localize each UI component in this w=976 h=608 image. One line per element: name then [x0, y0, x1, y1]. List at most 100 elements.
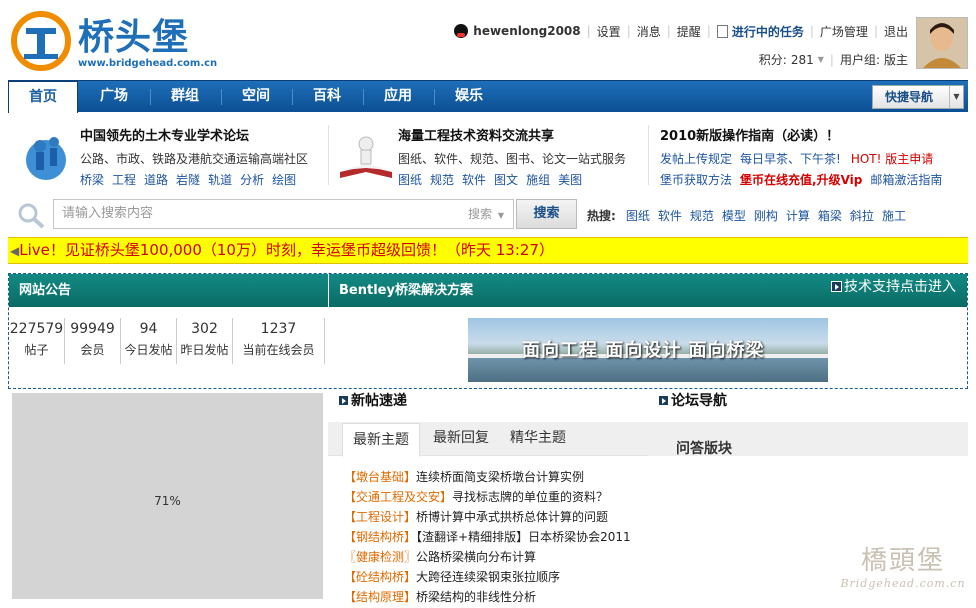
promo-link[interactable]: 软件	[462, 173, 486, 187]
hot-link[interactable]: 施工	[882, 207, 906, 224]
search-button[interactable]: 搜索	[516, 199, 577, 229]
nav-item-home[interactable]: 首页	[8, 81, 78, 113]
guide-link-hot[interactable]: HOT! 版主申请	[851, 152, 933, 166]
group-label: 用户组:	[839, 53, 880, 67]
list-item[interactable]: 【钢结构桥】【渣翻译+精细排版】日本桥梁协会2011	[344, 528, 631, 548]
live-announcement[interactable]: ◀Live！见证桥头堡100,000（10万）时刻，幸运堡币超级回馈！（昨天 1…	[8, 237, 968, 264]
promo-link[interactable]: 岩隧	[176, 173, 200, 187]
promo-link[interactable]: 规范	[430, 173, 454, 187]
guide-link[interactable]: 发帖上传规定	[660, 152, 732, 166]
promo-title[interactable]: 海量工程技术资料交流共享	[398, 125, 638, 144]
tab-latest-topics[interactable]: 最新主题	[342, 423, 420, 457]
list-item[interactable]: 【交通工程及交安】寻找标志牌的单位重的资料？	[344, 488, 631, 508]
list-item[interactable]: 【墩台基础】连续桥面简支梁桥墩台计算实例	[344, 468, 631, 488]
settings-link[interactable]: 设置	[597, 23, 621, 40]
promo-link[interactable]: 工程	[112, 173, 136, 187]
logo-icon	[11, 11, 71, 71]
group-value: 版主	[883, 53, 908, 67]
guide-link[interactable]: 每日早茶、下午茶!	[740, 152, 841, 166]
search-input[interactable]: 请输入搜索内容	[53, 199, 463, 229]
thread-title[interactable]: 桥梁结构的非线性分析	[416, 590, 536, 604]
guide-link[interactable]: 堡币获取方法	[660, 173, 732, 187]
thread-list: 【墩台基础】连续桥面简支梁桥墩台计算实例 【交通工程及交安】寻找标志牌的单位重的…	[344, 468, 631, 608]
logout-link[interactable]: 退出	[884, 23, 908, 40]
quick-nav-button[interactable]: 快捷导航 ▼	[872, 85, 964, 109]
tech-support-link[interactable]: 技术支持点击进入	[831, 276, 956, 296]
thread-category[interactable]: 【钢结构桥】	[344, 530, 416, 544]
thread-category[interactable]: 〖健康检测〗	[344, 550, 416, 564]
promo-link[interactable]: 美图	[558, 173, 582, 187]
stat-yesterday: 302 昨日发帖	[177, 318, 233, 364]
promo-link[interactable]: 绘图	[272, 173, 296, 187]
messages-link[interactable]: 消息	[637, 23, 661, 40]
hot-link[interactable]: 箱梁	[818, 207, 842, 224]
guide-link[interactable]: 邮箱激活指南	[870, 173, 942, 187]
nav-item-entertainment[interactable]: 娱乐	[434, 81, 504, 113]
avatar[interactable]	[916, 17, 968, 69]
guide-link-hot[interactable]: 堡币在线充值,升级Vip	[740, 173, 862, 187]
plaza-manage-link[interactable]: 广场管理	[820, 23, 868, 40]
stat-value: 94	[139, 321, 158, 337]
thread-category[interactable]: 【交通工程及交安】	[344, 490, 452, 504]
points-label: 积分:	[758, 53, 787, 67]
hot-link[interactable]: 图纸	[626, 207, 650, 224]
promo-title[interactable]: 2010新版操作指南（必读）！	[660, 125, 966, 144]
points-value[interactable]: 281	[791, 53, 814, 67]
promo-link[interactable]: 图纸	[398, 173, 422, 187]
stat-label: 今日发帖	[124, 343, 173, 357]
hot-link[interactable]: 规范	[690, 207, 714, 224]
site-logo[interactable]: 桥头堡 www.bridgehead.com.cn	[10, 8, 217, 74]
nav-item-groups[interactable]: 群组	[150, 81, 220, 113]
thread-title[interactable]: 桥博计算中承式拱桥总体计算的问题	[416, 510, 608, 524]
username-link[interactable]: hewenlong2008	[473, 24, 580, 38]
stat-online: 1237 当前在线会员	[233, 318, 325, 364]
reminders-link[interactable]: 提醒	[677, 23, 701, 40]
stat-today: 94 今日发帖	[121, 318, 177, 364]
thread-category[interactable]: 【墩台基础】	[344, 470, 416, 484]
thread-category[interactable]: 【工程设计】	[344, 510, 416, 524]
thread-category[interactable]: 【结构原理】	[344, 590, 416, 604]
list-item[interactable]: 【砼结构桥】大跨径连续梁钢束张拉顺序	[344, 568, 631, 588]
hot-link[interactable]: 计算	[786, 207, 810, 224]
list-item[interactable]: 〖健康检测〗公路桥梁横向分布计算	[344, 548, 631, 568]
tasks-link[interactable]: 进行中的任务	[732, 23, 804, 40]
promo-title[interactable]: 中国领先的土木专业学术论坛	[80, 125, 326, 144]
promo-link[interactable]: 桥梁	[80, 173, 104, 187]
hot-link[interactable]: 斜拉	[850, 207, 874, 224]
avatar-image	[917, 18, 967, 68]
tab-latest-replies[interactable]: 最新回复	[424, 422, 498, 456]
thread-title[interactable]: 大跨径连续梁钢束张拉顺序	[416, 570, 560, 584]
hot-link[interactable]: 软件	[658, 207, 682, 224]
chevron-down-icon[interactable]: ▼	[818, 55, 824, 64]
nav-item-plaza[interactable]: 广场	[79, 81, 149, 113]
nav-item-apps[interactable]: 应用	[363, 81, 433, 113]
promo-link[interactable]: 分析	[240, 173, 264, 187]
promo-link[interactable]: 施组	[526, 173, 550, 187]
banner-text: 面向工程 面向设计 面向桥梁	[522, 340, 765, 361]
thread-category[interactable]: 【砼结构桥】	[344, 570, 416, 584]
tab-featured[interactable]: 精华主题	[500, 422, 576, 456]
hot-link[interactable]: 刚构	[754, 207, 778, 224]
nav-item-space[interactable]: 空间	[221, 81, 291, 113]
list-item[interactable]: 【结构原理】桥梁结构的非线性分析	[344, 588, 631, 608]
qa-title[interactable]: 问答版块	[676, 438, 732, 458]
stat-label: 帖子	[24, 343, 49, 357]
user-toolbar: hewenlong2008 | 设置 | 消息 | 提醒 | 进行中的任务 | …	[454, 22, 908, 40]
list-item[interactable]: 【工程设计】桥博计算中承式拱桥总体计算的问题	[344, 508, 631, 528]
bentley-banner[interactable]: 面向工程 面向设计 面向桥梁	[468, 318, 828, 382]
promo-link[interactable]: 轨道	[208, 173, 232, 187]
hot-link[interactable]: 模型	[722, 207, 746, 224]
promo-link[interactable]: 道路	[144, 173, 168, 187]
thread-title[interactable]: 【渣翻译+精细排版】日本桥梁协会2011	[416, 530, 631, 544]
promo-link[interactable]: 图文	[494, 173, 518, 187]
arrow-right-icon	[338, 394, 349, 406]
search-type-select[interactable]: 搜索 ▼	[462, 199, 514, 229]
globe-people-image	[18, 128, 74, 184]
forum-stats: 227579 帖子 99949 会员 94 今日发帖 302 昨日发帖 1237 当前在线…	[9, 318, 325, 364]
stat-value: 1237	[260, 321, 297, 337]
search-type-label: 搜索	[468, 207, 493, 221]
nav-item-wiki[interactable]: 百科	[292, 81, 362, 113]
thread-title[interactable]: 公路桥梁横向分布计算	[416, 550, 536, 564]
thread-title[interactable]: 寻找标志牌的单位重的资料？	[452, 490, 608, 504]
thread-title[interactable]: 连续桥面简支梁桥墩台计算实例	[416, 470, 584, 484]
